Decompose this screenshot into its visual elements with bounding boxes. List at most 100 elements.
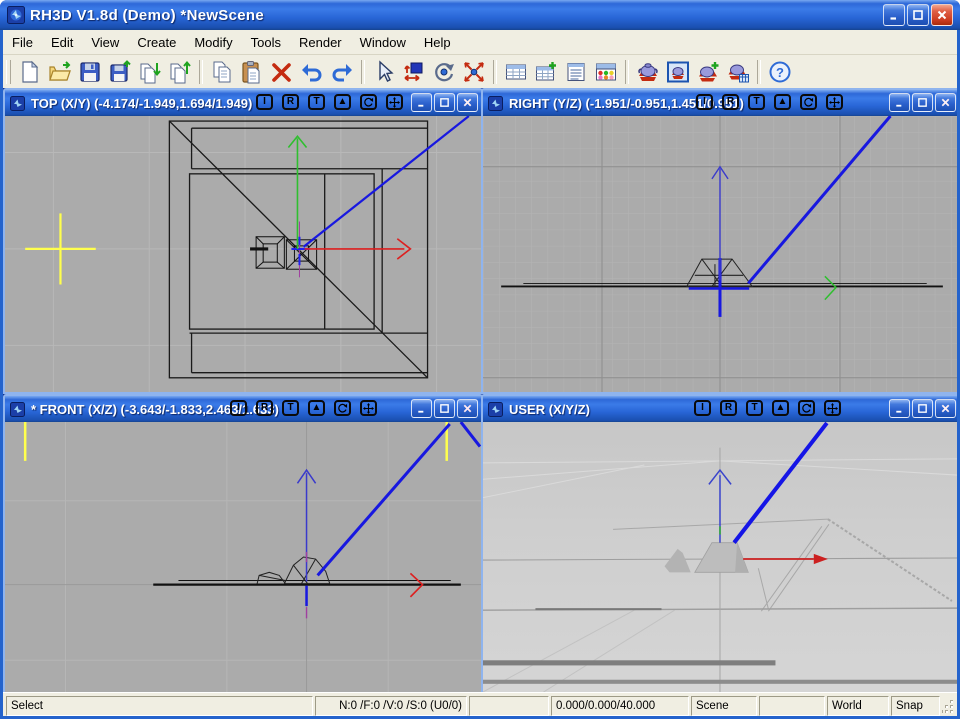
- scale-button[interactable]: [460, 58, 488, 86]
- redo-button[interactable]: [328, 58, 356, 86]
- select-button[interactable]: [370, 58, 398, 86]
- object-table-button[interactable]: [502, 58, 530, 86]
- save-as-button[interactable]: [106, 58, 134, 86]
- maximize-button[interactable]: [907, 4, 929, 26]
- viewport-redraw-button[interactable]: R: [720, 400, 737, 416]
- viewport-redraw-button[interactable]: R: [722, 94, 739, 110]
- viewport-minimize-button[interactable]: [411, 399, 432, 418]
- move-button[interactable]: [400, 58, 428, 86]
- viewport-render-mode-button[interactable]: ▲: [334, 94, 351, 110]
- render-animation-icon: [726, 60, 750, 84]
- viewport-front-canvas[interactable]: [5, 422, 481, 692]
- viewport-track-button[interactable]: T: [282, 400, 299, 416]
- viewport-track-button[interactable]: T: [746, 400, 763, 416]
- object-list-button[interactable]: [562, 58, 590, 86]
- viewport-rotate-view-button[interactable]: [800, 94, 817, 110]
- minimize-icon: [888, 9, 900, 21]
- axis-arrow-x: [305, 239, 411, 259]
- new-button[interactable]: [16, 58, 44, 86]
- viewport-minimize-button[interactable]: [889, 399, 910, 418]
- close-button[interactable]: [931, 4, 953, 26]
- viewport-track-button[interactable]: T: [308, 94, 325, 110]
- menu-create[interactable]: Create: [128, 32, 185, 53]
- status-snap: Snap: [891, 696, 940, 716]
- viewport-close-button[interactable]: [457, 93, 478, 112]
- viewport-maximize-button[interactable]: [912, 399, 933, 418]
- export-button[interactable]: [166, 58, 194, 86]
- viewport-pan-view-button[interactable]: [360, 400, 377, 416]
- menu-tools[interactable]: Tools: [242, 32, 290, 53]
- menu-file[interactable]: File: [3, 32, 42, 53]
- toolbar-grip[interactable]: [6, 60, 11, 84]
- viewport-close-button[interactable]: [935, 399, 956, 418]
- viewport-render-mode-button[interactable]: ▲: [772, 400, 789, 416]
- viewport-track-button[interactable]: T: [748, 94, 765, 110]
- viewport-maximize-button[interactable]: [434, 93, 455, 112]
- menu-edit[interactable]: Edit: [42, 32, 82, 53]
- viewport-init-button[interactable]: I: [694, 400, 711, 416]
- title-bar[interactable]: RH3D V1.8d (Demo) *NewScene: [0, 0, 960, 30]
- viewport-init-button[interactable]: I: [230, 400, 247, 416]
- close-icon: [462, 97, 473, 108]
- viewport-right-window-controls: [889, 93, 956, 112]
- save-as-floppy-icon: [108, 60, 132, 84]
- viewport-right-canvas[interactable]: [483, 116, 957, 392]
- delete-x-icon: [270, 60, 294, 84]
- undo-button[interactable]: [298, 58, 326, 86]
- menu-window[interactable]: Window: [351, 32, 415, 53]
- rotate-button[interactable]: [430, 58, 458, 86]
- menu-modify[interactable]: Modify: [185, 32, 241, 53]
- viewport-front-titlebar[interactable]: * FRONT (X/Z) (-3.643/-1.833,2.463/1.633…: [5, 396, 481, 422]
- object-table-add-button[interactable]: [532, 58, 560, 86]
- material-palette-icon: [594, 60, 618, 84]
- viewport-minimize-button[interactable]: [889, 93, 910, 112]
- menu-render[interactable]: Render: [290, 32, 351, 53]
- render-button[interactable]: [634, 58, 662, 86]
- viewport-user-titlebar[interactable]: USER (X/Y/Z) I R T ▲: [483, 396, 957, 422]
- viewport-pan-view-button[interactable]: [824, 400, 841, 416]
- viewport-redraw-button[interactable]: R: [282, 94, 299, 110]
- menu-view[interactable]: View: [82, 32, 128, 53]
- help-button[interactable]: ?: [766, 58, 794, 86]
- viewport-render-mode-button[interactable]: ▲: [308, 400, 325, 416]
- viewport-pan-view-button[interactable]: [386, 94, 403, 110]
- maximize-icon: [917, 97, 928, 108]
- viewport-top-canvas[interactable]: [5, 116, 481, 392]
- pan-view-icon: [363, 403, 374, 414]
- resize-grip[interactable]: [942, 696, 955, 716]
- viewport-pan-view-button[interactable]: [826, 94, 843, 110]
- viewport-right-titlebar[interactable]: RIGHT (Y/Z) (-1.951/-0.951,1.451/0.951) …: [483, 90, 957, 116]
- save-button[interactable]: [76, 58, 104, 86]
- viewport-maximize-button[interactable]: [434, 399, 455, 418]
- viewport-close-button[interactable]: [457, 399, 478, 418]
- viewport-top-titlebar[interactable]: TOP (X/Y) (-4.174/-1.949,1.694/1.949) I …: [5, 90, 481, 116]
- viewport-init-button[interactable]: I: [256, 94, 273, 110]
- viewport-user-canvas[interactable]: [483, 422, 957, 692]
- import-button[interactable]: [136, 58, 164, 86]
- viewport-close-button[interactable]: [935, 93, 956, 112]
- open-button[interactable]: [46, 58, 74, 86]
- status-space: World: [827, 696, 889, 716]
- save-floppy-icon: [78, 60, 102, 84]
- render-window-button[interactable]: [664, 58, 692, 86]
- menu-bar: File Edit View Create Modify Tools Rende…: [3, 30, 957, 55]
- copy-button[interactable]: [208, 58, 236, 86]
- viewport-rotate-view-button[interactable]: [360, 94, 377, 110]
- status-mode: Select: [6, 696, 313, 716]
- viewport-user-title: USER (X/Y/Z): [509, 402, 590, 417]
- viewport-render-mode-button[interactable]: ▲: [774, 94, 791, 110]
- viewport-redraw-button[interactable]: R: [256, 400, 273, 416]
- viewport-rotate-view-button[interactable]: [798, 400, 815, 416]
- delete-button[interactable]: [268, 58, 296, 86]
- viewport-rotate-view-button[interactable]: [334, 400, 351, 416]
- viewport-maximize-button[interactable]: [912, 93, 933, 112]
- render-add-button[interactable]: [694, 58, 722, 86]
- viewport-minimize-button[interactable]: [411, 93, 432, 112]
- material-palette-button[interactable]: [592, 58, 620, 86]
- minimize-button[interactable]: [883, 4, 905, 26]
- import-pages-icon: [138, 60, 162, 84]
- render-animation-button[interactable]: [724, 58, 752, 86]
- menu-help[interactable]: Help: [415, 32, 460, 53]
- viewport-init-button[interactable]: I: [696, 94, 713, 110]
- paste-button[interactable]: [238, 58, 266, 86]
